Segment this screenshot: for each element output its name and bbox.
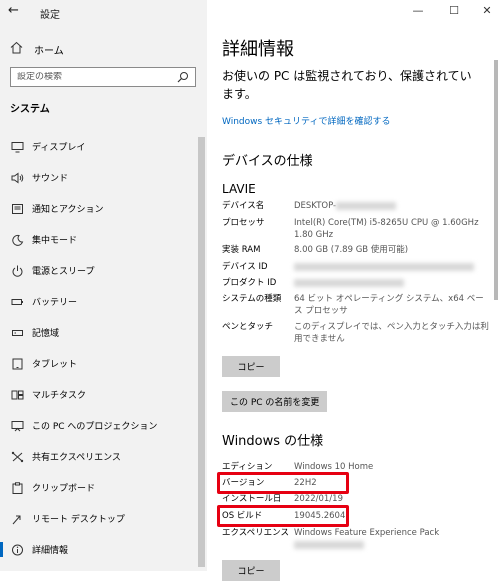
- sidebar-item-remote-desktop[interactable]: リモート デスクトップ: [0, 503, 200, 534]
- sidebar-item-label: 詳細情報: [32, 546, 69, 556]
- search-icon[interactable]: [177, 71, 189, 83]
- sidebar-scrollbar[interactable]: [198, 137, 205, 567]
- sidebar-item-power[interactable]: 電源とスリープ: [0, 255, 200, 286]
- sidebar-item-about[interactable]: 詳細情報: [0, 534, 200, 565]
- sidebar-nav: ディスプレイ サウンド 通知とアクション 集中モード 電源とスリープ バッテリー…: [0, 131, 200, 565]
- sidebar-item-notifications[interactable]: 通知とアクション: [0, 193, 200, 224]
- spec-value: 64 ビット オペレーティング システム、x64 ベース プロセッサ: [294, 294, 484, 316]
- copy-device-specs-button[interactable]: コピー: [222, 356, 280, 377]
- sidebar-item-shared-experiences[interactable]: 共有エクスペリエンス: [0, 441, 200, 472]
- security-details-link[interactable]: Windows セキュリティで詳細を確認する: [222, 114, 391, 127]
- sidebar-item-label: バッテリー: [32, 298, 78, 308]
- spec-key: デバイス ID: [222, 262, 268, 272]
- display-icon: [10, 140, 24, 154]
- sidebar-item-label: マルチタスク: [32, 391, 87, 401]
- window-title: 設定: [40, 10, 60, 21]
- spec-value: DESKTOP-: [294, 201, 337, 211]
- multitask-icon: [10, 388, 24, 402]
- rename-pc-button[interactable]: この PC の名前を変更: [222, 391, 328, 412]
- sidebar-item-storage[interactable]: 記憶域: [0, 317, 200, 348]
- spec-value-wrap: Windows Feature Experience Pack: [294, 527, 489, 551]
- home-icon: [10, 41, 24, 57]
- sidebar-item-label: サウンド: [32, 174, 69, 184]
- spec-key: 実装 RAM: [222, 245, 261, 255]
- spec-key: エクスペリエンス: [222, 528, 289, 538]
- spec-value: Windows Feature Experience Pack: [294, 528, 440, 538]
- sidebar-item-projection[interactable]: この PC へのプロジェクション: [0, 410, 200, 441]
- redacted-block: [336, 201, 397, 210]
- sidebar-item-tablet[interactable]: タブレット: [0, 348, 200, 379]
- windows-spec-title: Windows の仕様: [222, 434, 324, 449]
- spec-value: 8.00 GB (7.89 GB 使用可能): [294, 245, 409, 255]
- sidebar-home[interactable]: ホーム: [10, 40, 64, 58]
- sidebar-item-label: この PC へのプロジェクション: [32, 422, 158, 432]
- spec-key: ペンとタッチ: [222, 322, 274, 332]
- maximize-button[interactable]: ☐: [440, 2, 468, 20]
- sidebar-item-label: リモート デスクトップ: [32, 515, 125, 525]
- sidebar: ← 設定 ホーム システム ディスプレイ サウンド 通知とアクション 集中モード: [0, 0, 207, 571]
- sidebar-item-label: 電源とスリープ: [32, 267, 95, 277]
- spec-value-wrap: [294, 261, 489, 273]
- sidebar-item-focus[interactable]: 集中モード: [0, 224, 200, 255]
- remote-icon: [10, 512, 24, 526]
- sidebar-item-display[interactable]: ディスプレイ: [0, 131, 200, 162]
- protection-status-text: お使いの PC は監視されており、保護されています。: [222, 69, 472, 101]
- section-title-system: システム: [10, 104, 50, 115]
- sidebar-item-multitask[interactable]: マルチタスク: [0, 379, 200, 410]
- spec-value-wrap: DESKTOP-: [294, 200, 489, 212]
- sidebar-item-battery[interactable]: バッテリー: [0, 286, 200, 317]
- spec-value: 2022/01/19: [294, 494, 343, 504]
- sidebar-item-sound[interactable]: サウンド: [0, 162, 200, 193]
- spec-key: システムの種類: [222, 294, 282, 304]
- spec-key: プロセッサ: [222, 218, 265, 228]
- projection-icon: [10, 419, 24, 433]
- spec-key: プロダクト ID: [222, 278, 277, 288]
- device-spec-title: デバイスの仕様: [222, 154, 313, 169]
- sidebar-item-label: ディスプレイ: [32, 143, 86, 153]
- storage-icon: [10, 326, 24, 340]
- spec-key: デバイス名: [222, 201, 265, 211]
- moon-icon: [10, 233, 24, 247]
- back-arrow-icon[interactable]: ←: [8, 3, 19, 18]
- power-icon: [10, 264, 24, 278]
- spec-key: インストール日: [222, 494, 282, 504]
- main-scrollbar[interactable]: [494, 60, 498, 300]
- spec-value: このディスプレイでは、ペン入力とタッチ入力は利用できません: [294, 322, 489, 344]
- sidebar-item-label: 通知とアクション: [32, 205, 104, 215]
- page-title: 詳細情報: [222, 39, 294, 60]
- sidebar-item-label: 集中モード: [32, 236, 78, 246]
- minimize-button[interactable]: —: [404, 2, 432, 20]
- settings-search-box[interactable]: [10, 67, 196, 87]
- sidebar-item-clipboard[interactable]: クリップボード: [0, 472, 200, 503]
- device-model: LAVIE: [222, 182, 256, 196]
- sidebar-item-label: クリップボード: [32, 484, 96, 494]
- close-button[interactable]: ✕: [473, 2, 500, 20]
- battery-icon: [10, 295, 24, 309]
- sidebar-item-label: 記憶域: [32, 329, 60, 339]
- search-input[interactable]: [17, 72, 177, 82]
- spec-value: Intel(R) Core(TM) i5-8265U CPU @ 1.60GHz…: [294, 218, 479, 240]
- clipboard-icon: [10, 481, 24, 495]
- speaker-icon: [10, 171, 24, 185]
- redacted-block: [294, 262, 474, 271]
- sidebar-item-label: 共有エクスペリエンス: [32, 453, 121, 463]
- info-icon: [10, 543, 24, 557]
- share-icon: [10, 450, 24, 464]
- highlight-version: [217, 472, 349, 494]
- sidebar-item-label: タブレット: [32, 360, 78, 370]
- redacted-block: [294, 278, 404, 287]
- home-label: ホーム: [34, 45, 64, 57]
- redacted-block: [294, 540, 364, 549]
- notification-icon: [10, 202, 24, 216]
- tablet-icon: [10, 357, 24, 371]
- highlight-os-build: [217, 505, 349, 527]
- spec-value-wrap: [294, 277, 489, 289]
